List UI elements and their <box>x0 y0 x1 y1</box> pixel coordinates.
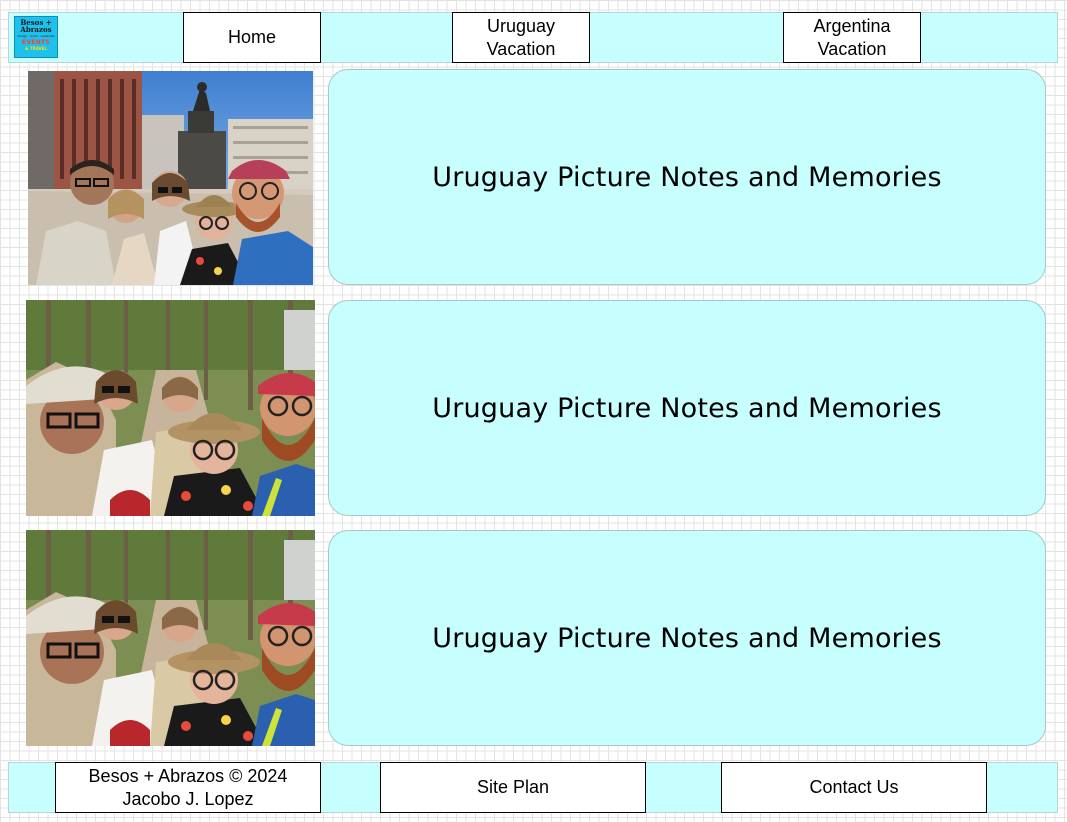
nav-uruguay-vacation-button[interactable]: Uruguay Vacation <box>452 12 590 63</box>
nav-uruguay-label-line2: Vacation <box>486 38 556 59</box>
nav-argentina-vacation-button[interactable]: Argentina Vacation <box>783 12 921 63</box>
uruguay-photo-2[interactable] <box>26 300 315 516</box>
logo-sub: & TRAVEL <box>25 46 47 51</box>
site-plan-button[interactable]: Site Plan <box>380 762 646 813</box>
author-text: Jacobo J. Lopez <box>122 788 254 809</box>
plaza-selfie-image <box>28 71 313 285</box>
contact-us-button[interactable]: Contact Us <box>721 762 987 813</box>
memories-card-title: Uruguay Picture Notes and Memories <box>432 161 942 193</box>
logo-tagline: design · build · celebrate <box>17 34 55 38</box>
memories-card-1[interactable]: Uruguay Picture Notes and Memories <box>328 69 1046 285</box>
memories-card-title: Uruguay Picture Notes and Memories <box>432 622 942 654</box>
nav-argentina-label-line2: Vacation <box>817 38 887 59</box>
nav-argentina-label-line1: Argentina <box>813 15 891 36</box>
logo-text-line2: Abrazos <box>20 25 52 34</box>
site-logo[interactable]: Besos + Abrazos design · build · celebra… <box>14 16 58 58</box>
nav-uruguay-label-line1: Uruguay <box>486 15 556 36</box>
memories-card-3[interactable]: Uruguay Picture Notes and Memories <box>328 530 1046 746</box>
uruguay-photo-3[interactable] <box>26 530 315 746</box>
nav-home-button[interactable]: Home <box>183 12 321 63</box>
memories-card-2[interactable]: Uruguay Picture Notes and Memories <box>328 300 1046 516</box>
contact-us-label: Contact Us <box>809 777 899 797</box>
nav-home-label: Home <box>227 27 276 47</box>
uruguay-photo-1[interactable] <box>28 71 313 285</box>
logo-badge: EVENTS <box>21 39 51 46</box>
site-plan-label: Site Plan <box>476 777 550 797</box>
footer-copyright-box: Besos + Abrazos © 2024 Jacobo J. Lopez <box>55 762 321 813</box>
park-selfie-image <box>26 300 315 516</box>
memories-card-title: Uruguay Picture Notes and Memories <box>432 392 942 424</box>
park-selfie-image <box>26 530 315 746</box>
copyright-text: Besos + Abrazos © 2024 <box>88 765 288 786</box>
